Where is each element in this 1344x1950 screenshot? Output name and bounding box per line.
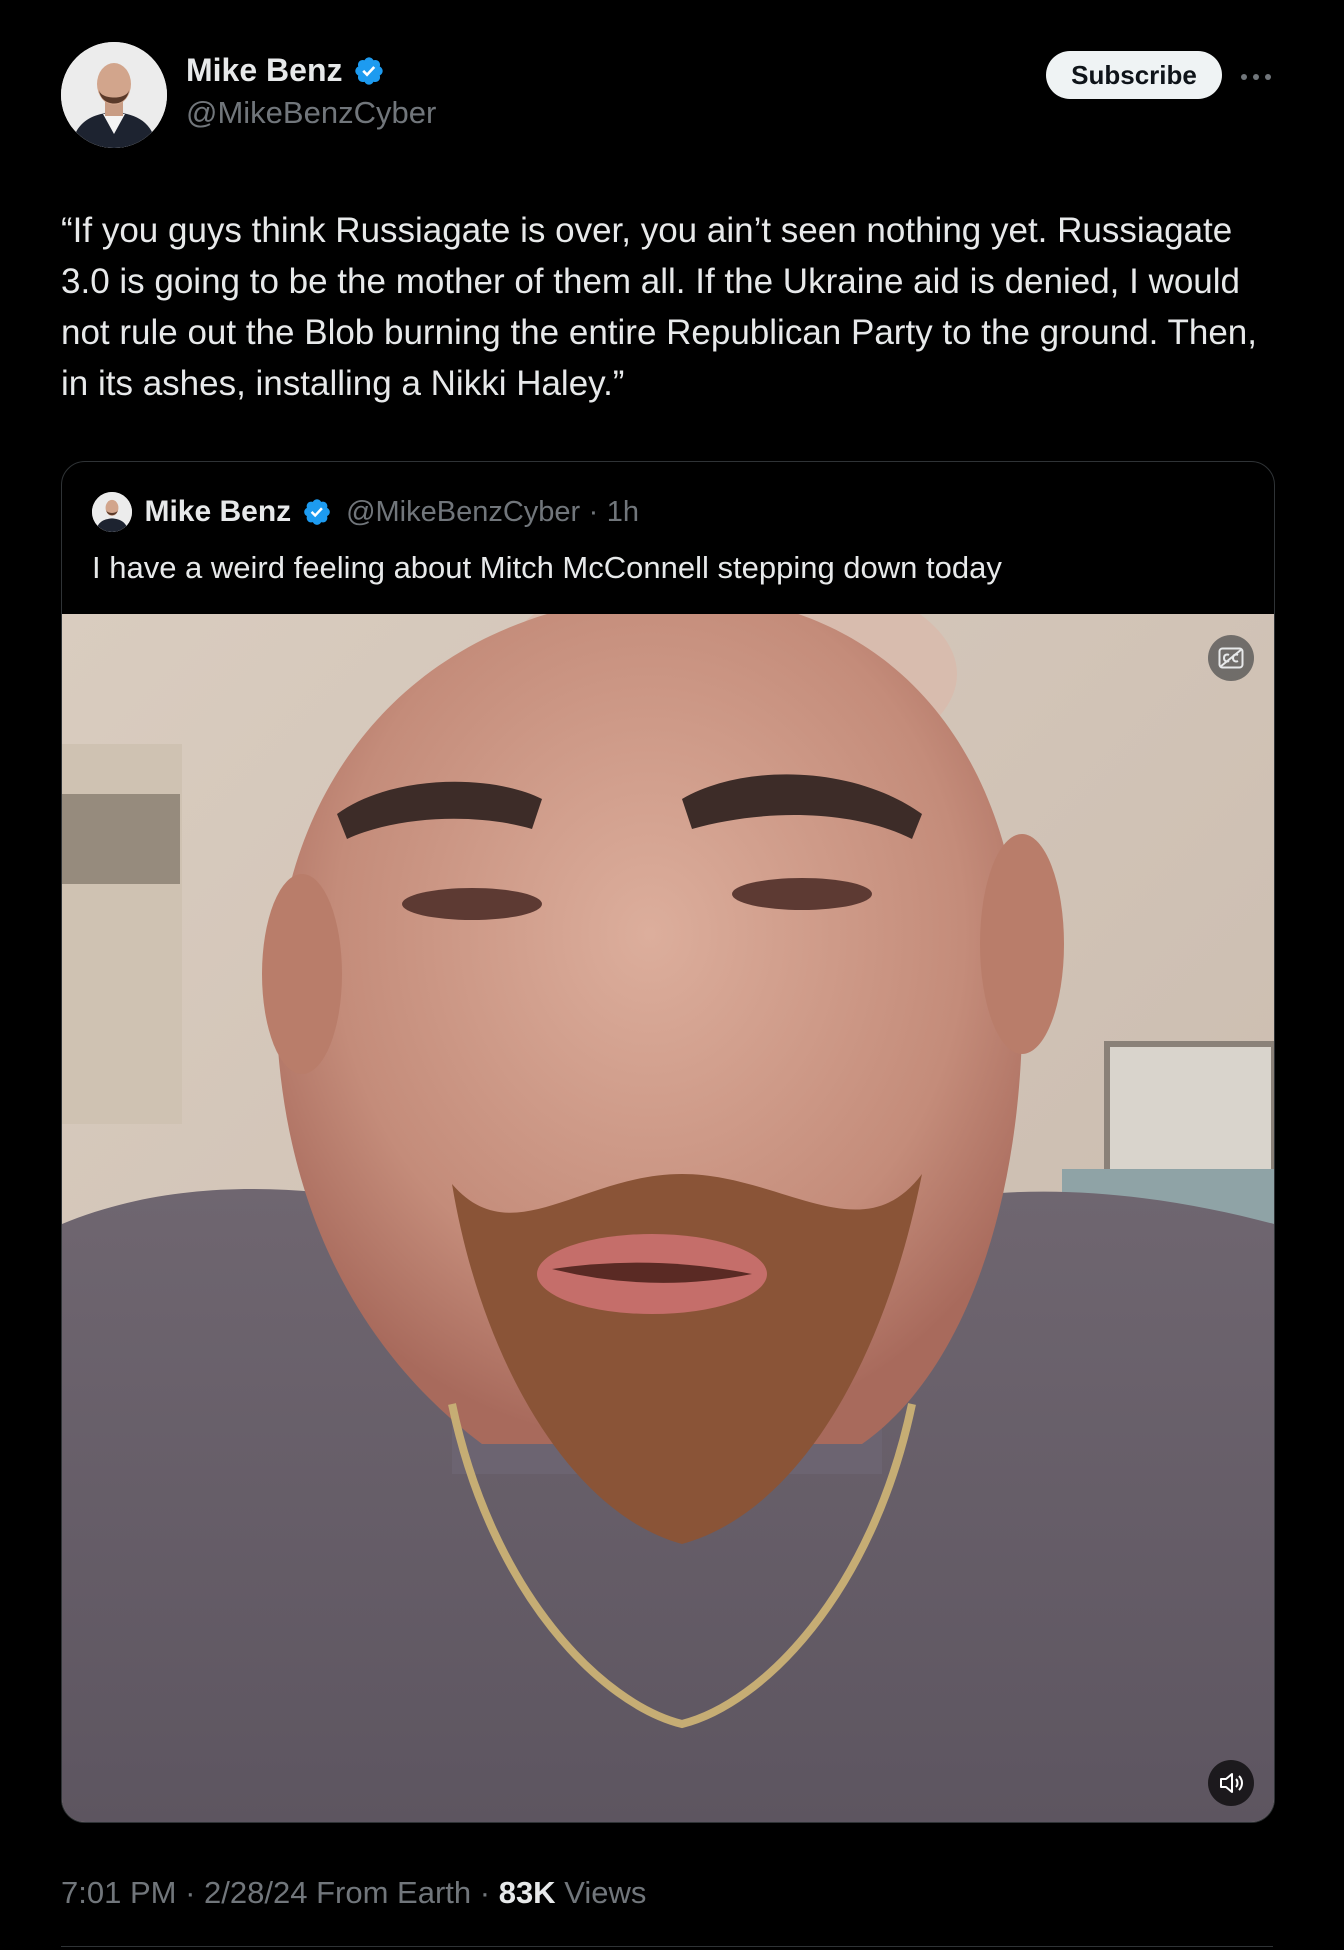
tweet-meta: 7:01 PM · 2/28/24 From Earth · 83K Views bbox=[61, 1875, 646, 1911]
quoted-tweet-card[interactable]: Mike Benz @MikeBenzCyber · 1h I have a w… bbox=[61, 461, 1275, 1823]
tweet-date[interactable]: 2/28/24 bbox=[204, 1875, 307, 1910]
meta-separator: · bbox=[479, 1875, 491, 1910]
quoted-author-avatar bbox=[92, 492, 132, 532]
divider bbox=[61, 1946, 1273, 1947]
views-count[interactable]: 83K bbox=[499, 1875, 556, 1910]
meta-separator: · bbox=[185, 1875, 196, 1910]
verified-badge-icon[interactable] bbox=[353, 55, 385, 87]
quoted-separator: · bbox=[588, 495, 599, 528]
quoted-author-display-name: Mike Benz bbox=[144, 495, 292, 528]
tweet-time[interactable]: 7:01 PM bbox=[61, 1875, 176, 1910]
quoted-tweet-header: Mike Benz @MikeBenzCyber · 1h bbox=[92, 492, 639, 534]
author-display-name[interactable]: Mike Benz bbox=[186, 52, 342, 89]
quoted-verified-badge-icon bbox=[302, 497, 332, 527]
captions-icon[interactable] bbox=[1208, 635, 1254, 681]
tweet-location: From Earth bbox=[316, 1875, 472, 1910]
quoted-tweet-text: I have a weird feeling about Mitch McCon… bbox=[92, 550, 1002, 585]
author-avatar[interactable] bbox=[61, 42, 167, 148]
ellipsis-icon[interactable] bbox=[1241, 62, 1275, 90]
volume-icon[interactable] bbox=[1208, 1760, 1254, 1806]
views-label: Views bbox=[564, 1875, 647, 1910]
author-name-block: Mike Benz @MikeBenzCyber bbox=[186, 52, 436, 131]
tweet-header: Mike Benz @MikeBenzCyber Subscribe bbox=[61, 42, 1271, 148]
quoted-timestamp: 1h bbox=[606, 495, 640, 528]
video-frame bbox=[62, 614, 1274, 1822]
subscribe-button[interactable]: Subscribe bbox=[1046, 51, 1222, 99]
tweet-text: “If you guys think Russiagate is over, y… bbox=[61, 211, 1257, 403]
author-handle[interactable]: @MikeBenzCyber bbox=[186, 95, 436, 131]
video-player[interactable] bbox=[62, 614, 1274, 1822]
quoted-author-handle: @MikeBenzCyber bbox=[346, 495, 581, 528]
